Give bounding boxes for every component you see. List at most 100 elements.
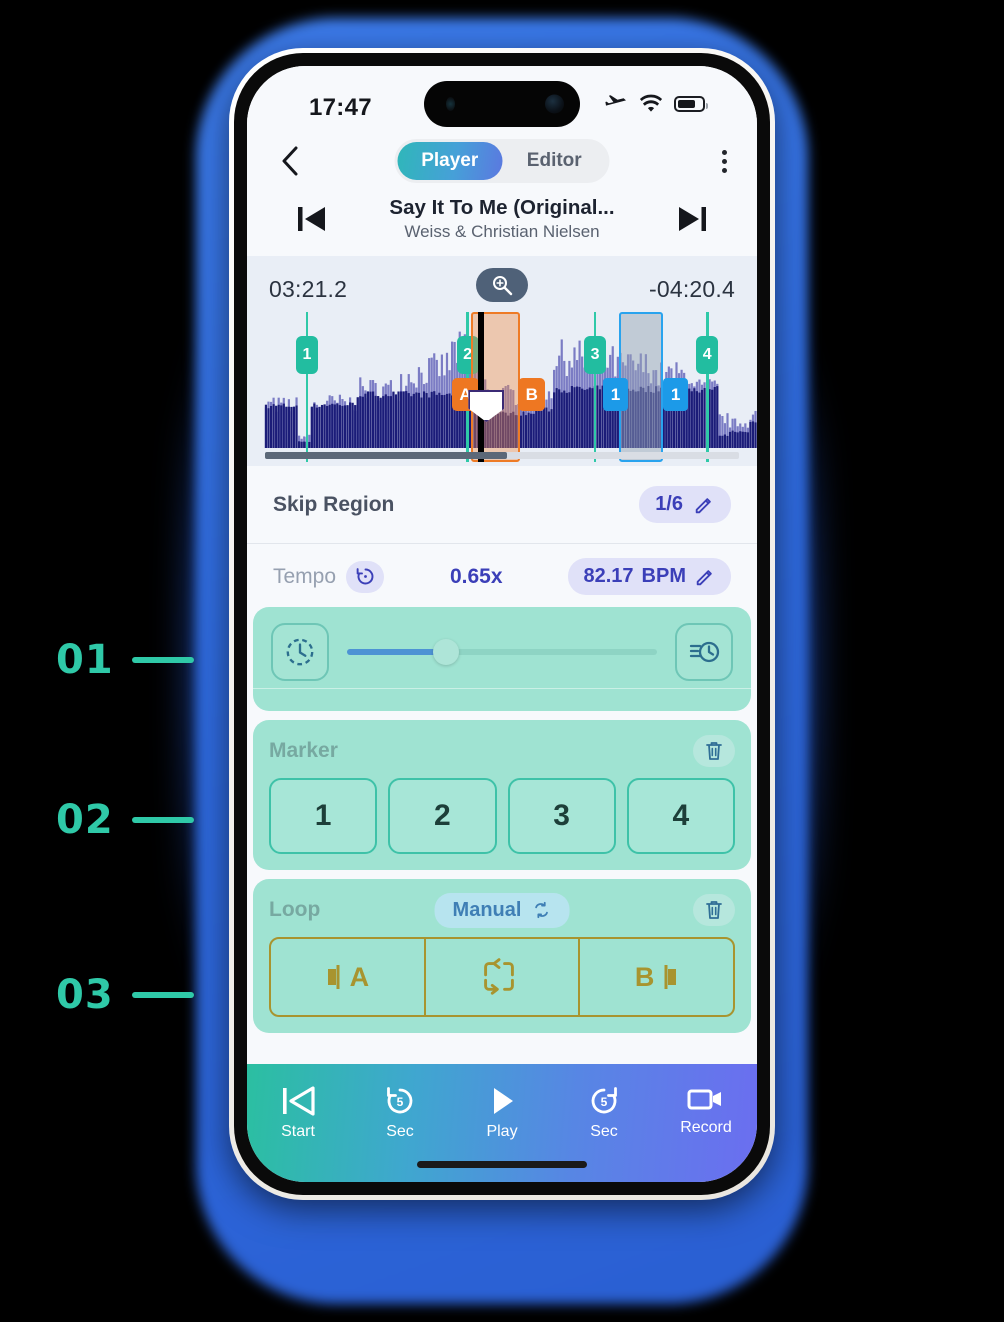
section-separator [247,870,757,879]
skip-region-start-badge[interactable]: 1 [602,378,628,411]
skip-next-button[interactable] [676,204,708,234]
loop-set-b-button[interactable]: B [580,939,733,1015]
annotation-leader-line [131,817,194,823]
kebab-menu-icon [722,158,727,164]
loop-a-label: A [349,961,370,992]
overflow-menu-button[interactable] [722,149,727,173]
tempo-control-panel [253,607,751,711]
loop-start-icon [327,965,340,989]
loop-toggle-repeat-button[interactable] [426,939,581,1015]
transport-forward-label: Sec [590,1123,618,1140]
marker-button-3[interactable]: 3 [507,778,616,854]
ab-marker-b[interactable]: B [518,378,546,411]
player-editor-segmented-control[interactable]: Player Editor [394,139,610,183]
skip-previous-button[interactable] [296,204,328,234]
zoom-in-icon [493,276,513,296]
trash-icon [706,901,722,919]
svg-text:5: 5 [397,1095,404,1109]
transport-play-button[interactable]: Play [456,1084,548,1141]
status-bar: 17:47 [247,66,757,130]
kebab-menu-icon [722,149,727,155]
waveform-marker[interactable]: 3 [584,312,607,462]
tempo-slider[interactable] [347,639,657,665]
trash-icon [706,742,722,760]
tempo-increase-button[interactable] [675,623,733,681]
marker-button-2[interactable]: 2 [388,778,497,854]
marker-panel-header: Marker [269,734,735,768]
phone-frame: 17:47 Player Editor Say It To Me (Origin… [229,48,775,1200]
playhead-line [478,312,485,462]
wifi-icon [639,94,663,112]
marker-button-1[interactable]: 1 [269,778,378,854]
loop-set-a-button[interactable]: A [271,939,426,1015]
tab-player[interactable]: Player [397,142,502,180]
marker-badge: 4 [696,336,719,374]
front-sensor-icon [446,97,455,111]
waveform-time-row: 03:21.2 -04:20.4 [247,256,757,312]
marker-buttons-row: 1 2 3 4 [269,778,735,854]
status-bar-icons [604,93,708,115]
bpm-value: 82.17 [583,565,634,587]
transport-record-label: Record [680,1119,732,1136]
bpm-unit: BPM [641,565,686,587]
skip-region-end-badge[interactable]: 1 [663,378,689,411]
back-button[interactable] [275,146,305,176]
loop-repeat-icon [483,958,514,995]
rewind-5-sec-icon: 5 [387,1087,413,1114]
phone-screen: 17:47 Player Editor Say It To Me (Origin… [247,66,757,1182]
tempo-panel-divider [253,688,751,689]
annotation-01: 01 [56,640,194,680]
skip-region-value: 1/6 [655,493,683,515]
loop-delete-button[interactable] [693,894,735,926]
loop-panel-header: Loop Manual [269,892,735,928]
transport-play-label: Play [486,1123,518,1140]
waveform-canvas[interactable]: 1 2 3 4 A B 1 1 [247,312,757,462]
marker-delete-button[interactable] [693,735,735,767]
chevron-left-icon [282,146,298,176]
marker-panel: Marker 1 2 3 4 [253,720,751,870]
waveform-marker[interactable]: 4 [696,312,719,462]
track-meta: Say It To Me (Original... Weiss & Christ… [362,196,642,242]
play-icon [494,1088,513,1114]
pencil-icon [696,569,712,585]
status-bar-clock: 17:47 [309,94,372,121]
loop-mode-button[interactable]: Manual [434,892,570,928]
skip-region-value-button[interactable]: 1/6 [639,486,731,523]
battery-level [678,100,696,108]
waveform-section[interactable]: 03:21.2 -04:20.4 1 2 3 4 A B 1 1 [247,256,757,466]
tempo-slider-thumb[interactable] [433,639,460,665]
airplane-mode-icon [605,95,626,106]
marker-badge: 1 [295,336,318,374]
front-camera-icon [545,94,564,114]
tempo-label: Tempo [273,564,337,588]
bpm-button[interactable]: 82.17 BPM [568,558,731,595]
skip-to-start-icon [283,1086,315,1116]
annotation-number: 02 [56,797,114,843]
tempo-decrease-button[interactable] [271,623,329,681]
tempo-row: Tempo 0.65x 82.17 BPM [247,544,757,607]
elapsed-time: 03:21.2 [269,275,348,302]
waveform-marker[interactable]: 1 [295,312,318,462]
scroll-progress-track[interactable] [265,452,739,459]
loop-b-label: B [634,961,655,992]
tab-editor[interactable]: Editor [502,142,607,180]
scroll-progress-fill [265,452,507,459]
nav-bar: Player Editor [247,130,757,192]
transport-rewind-button[interactable]: 5 Sec [354,1084,446,1141]
transport-start-button[interactable]: Start [252,1084,344,1141]
waveform-zoom-button[interactable] [476,268,528,302]
home-indicator[interactable] [417,1161,587,1168]
loop-buttons-row: A B [269,937,735,1017]
tempo-slider-fill [347,649,447,655]
annotation-03: 03 [56,975,194,1015]
annotation-leader-line [131,657,194,663]
transport-forward-button[interactable]: 5 Sec [558,1084,650,1141]
phone-bezel: 17:47 Player Editor Say It To Me (Origin… [234,53,770,1195]
skip-region-row: Skip Region 1/6 [247,466,757,544]
skip-region-label: Skip Region [273,492,395,516]
marker-button-4[interactable]: 4 [626,778,735,854]
forward-5-sec-icon: 5 [591,1087,617,1114]
annotation-02: 02 [56,800,194,840]
transport-record-button[interactable]: Record [660,1084,752,1137]
tempo-reset-button[interactable] [346,560,385,593]
